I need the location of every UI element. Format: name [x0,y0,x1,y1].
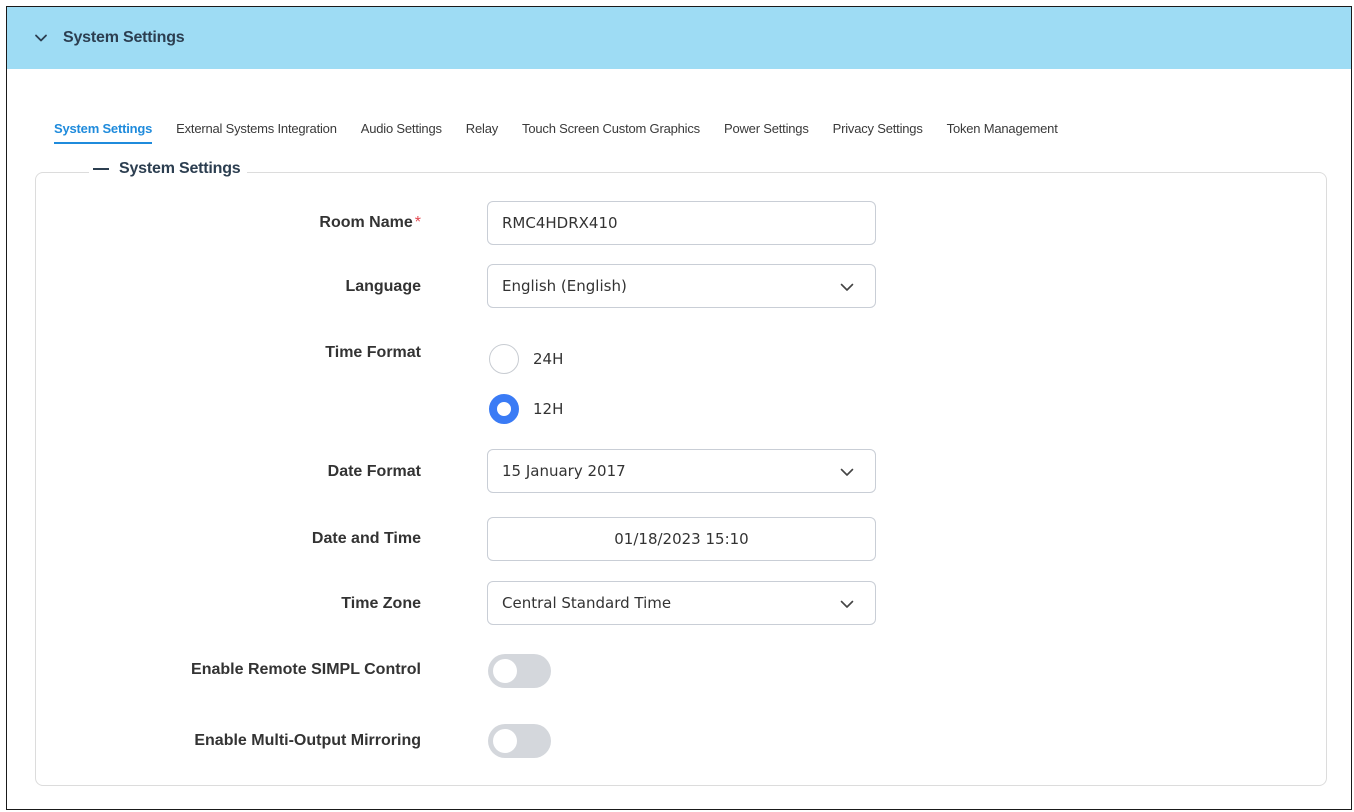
time-format-label: Time Format [325,344,421,361]
date-format-label: Date Format [327,463,421,480]
tab-privacy-settings[interactable]: Privacy Settings [833,121,923,142]
remote-simpl-label: Enable Remote SIMPL Control [191,661,421,678]
room-name-value: RMC4HDRX410 [502,214,618,232]
legend-title: System Settings [119,160,241,177]
required-asterisk: * [414,214,421,231]
settings-panel: System Settings System Settings External… [6,6,1352,810]
time-zone-value: Central Standard Time [502,594,672,612]
radio-24h[interactable] [489,344,519,374]
tab-external-systems-integration[interactable]: External Systems Integration [176,121,337,142]
date-format-value: 15 January 2017 [502,462,626,480]
language-select[interactable]: English (English) [487,264,876,308]
room-name-input[interactable]: RMC4HDRX410 [487,201,876,245]
time-format-option-24h[interactable]: 24H [489,344,563,374]
time-zone-label: Time Zone [341,595,421,612]
date-format-select[interactable]: 15 January 2017 [487,449,876,493]
settings-tabs: System Settings External Systems Integra… [54,121,1082,144]
date-and-time-input[interactable]: 01/18/2023 15:10 [487,517,876,561]
time-format-option-12h[interactable]: 12H [489,394,563,424]
collapse-dash-icon [93,168,109,170]
chevron-down-icon [839,279,855,295]
tab-system-settings[interactable]: System Settings [54,121,152,144]
room-name-label: Room Name * [319,214,421,232]
toggle-knob [493,659,517,683]
radio-12h-label: 12H [533,400,564,418]
tab-power-settings[interactable]: Power Settings [724,121,809,142]
radio-12h[interactable] [489,394,519,424]
language-value: English (English) [502,277,627,295]
fieldset-legend[interactable]: System Settings [89,160,247,178]
tab-audio-settings[interactable]: Audio Settings [361,121,442,142]
tab-relay[interactable]: Relay [466,121,498,142]
toggle-knob [493,729,517,753]
tab-token-management[interactable]: Token Management [947,121,1058,142]
accordion-title: System Settings [63,29,185,46]
system-settings-accordion-header[interactable]: System Settings [7,7,1351,69]
language-label: Language [345,278,421,295]
chevron-down-icon [839,596,855,612]
remote-simpl-toggle[interactable] [488,654,551,688]
date-and-time-value: 01/18/2023 15:10 [614,530,749,548]
chevron-down-icon [839,464,855,480]
multi-output-toggle[interactable] [488,724,551,758]
tab-touch-screen-custom-graphics[interactable]: Touch Screen Custom Graphics [522,121,700,142]
date-and-time-label: Date and Time [311,530,421,547]
room-name-label-text: Room Name [319,214,413,231]
radio-24h-label: 24H [533,350,564,368]
time-zone-select[interactable]: Central Standard Time [487,581,876,625]
multi-output-label: Enable Multi-Output Mirroring [194,732,421,749]
chevron-down-icon [33,30,49,46]
